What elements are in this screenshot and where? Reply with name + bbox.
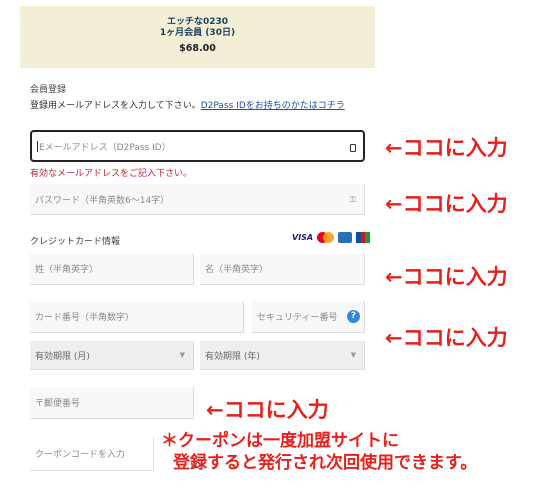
registration-instruction: 登録用メールアドレスを入力して下さい。D2Pass IDをお持ちのかたはコチラ bbox=[30, 100, 370, 112]
expiry-year-value: 有効期限 (年) bbox=[205, 351, 260, 362]
coupon-note-line2: 登録すると発行され次回使用できます。 bbox=[173, 453, 478, 473]
arrow-annotation-name: ←ココに入力 bbox=[385, 265, 508, 289]
instruction-text: 登録用メールアドレスを入力して下さい。 bbox=[30, 101, 201, 111]
credit-card-title: クレジットカード情報 bbox=[30, 237, 121, 247]
security-code-field[interactable]: セキュリティー番号 ? bbox=[252, 301, 365, 333]
arrow-annotation-card: ←ココに入力 bbox=[385, 326, 508, 350]
chevron-down-icon: ▼ bbox=[350, 351, 356, 359]
email-field[interactable]: Eメールアドレス（D2Pass ID） bbox=[30, 130, 365, 162]
card-brands: VISA bbox=[292, 232, 371, 243]
expiry-month-value: 有効期限 (月) bbox=[35, 351, 90, 362]
jcb-logo bbox=[356, 232, 371, 243]
coupon-placeholder: クーポンコードを入力 bbox=[35, 450, 126, 460]
expiry-year-select[interactable]: 有効期限 (年) ▼ bbox=[200, 341, 365, 370]
coupon-note: ＊クーポンは一度加盟サイトに 登録すると発行され次回使用できます。 bbox=[161, 430, 477, 474]
amex-logo bbox=[338, 232, 353, 243]
coupon-note-line1: ＊クーポンは一度加盟サイトに bbox=[161, 431, 399, 451]
arrow-annotation-postal: ←ココに入力 bbox=[206, 398, 329, 422]
visa-logo: VISA bbox=[292, 233, 314, 242]
help-icon[interactable]: ? bbox=[347, 310, 360, 323]
product-name: エッチな0230 bbox=[166, 17, 229, 27]
postal-code-field[interactable]: 〒郵便番号 bbox=[30, 387, 194, 419]
card-number-placeholder: カード番号（半角数字） bbox=[35, 313, 135, 323]
price: $68.00 bbox=[179, 43, 216, 54]
expiry-month-select[interactable]: 有効期限 (月) ▼ bbox=[30, 341, 194, 370]
arrow-annotation-password: ←ココに入力 bbox=[385, 192, 508, 216]
last-name-field[interactable]: 姓（半角英字） bbox=[30, 253, 194, 285]
email-placeholder: Eメールアドレス（D2Pass ID） bbox=[39, 142, 171, 153]
arrow-annotation-email: ←ココに入力 bbox=[385, 136, 508, 160]
last-name-placeholder: 姓（半角英字） bbox=[35, 265, 99, 275]
id-card-icon bbox=[350, 144, 356, 152]
order-summary: エッチな0230 1ヶ月会員 (30日) $68.00 bbox=[20, 6, 375, 68]
security-code-placeholder: セキュリティー番号 bbox=[257, 313, 338, 323]
password-placeholder: パスワード（半角英数6～14字） bbox=[35, 195, 170, 206]
text-cursor bbox=[37, 140, 38, 152]
membership-term: 1ヶ月会員 (30日) bbox=[159, 28, 236, 38]
mastercard-logo bbox=[317, 232, 335, 243]
key-icon: ⚿ bbox=[349, 195, 356, 204]
postal-placeholder: 〒郵便番号 bbox=[35, 399, 81, 409]
first-name-field[interactable]: 名（半角英字） bbox=[200, 253, 365, 285]
d2pass-login-link[interactable]: D2Pass IDをお持ちのかたはコチラ bbox=[201, 101, 345, 111]
email-error-message: 有効なメールアドレスをご記入下さい。 bbox=[30, 169, 193, 179]
card-number-field[interactable]: カード番号（半角数字） bbox=[30, 301, 244, 333]
password-field[interactable]: パスワード（半角英数6～14字） ⚿ bbox=[30, 184, 365, 215]
registration-title: 会員登録 bbox=[30, 85, 67, 95]
first-name-placeholder: 名（半角英字） bbox=[205, 265, 269, 275]
coupon-field[interactable]: クーポンコードを入力 bbox=[30, 437, 154, 471]
chevron-down-icon: ▼ bbox=[179, 351, 185, 359]
